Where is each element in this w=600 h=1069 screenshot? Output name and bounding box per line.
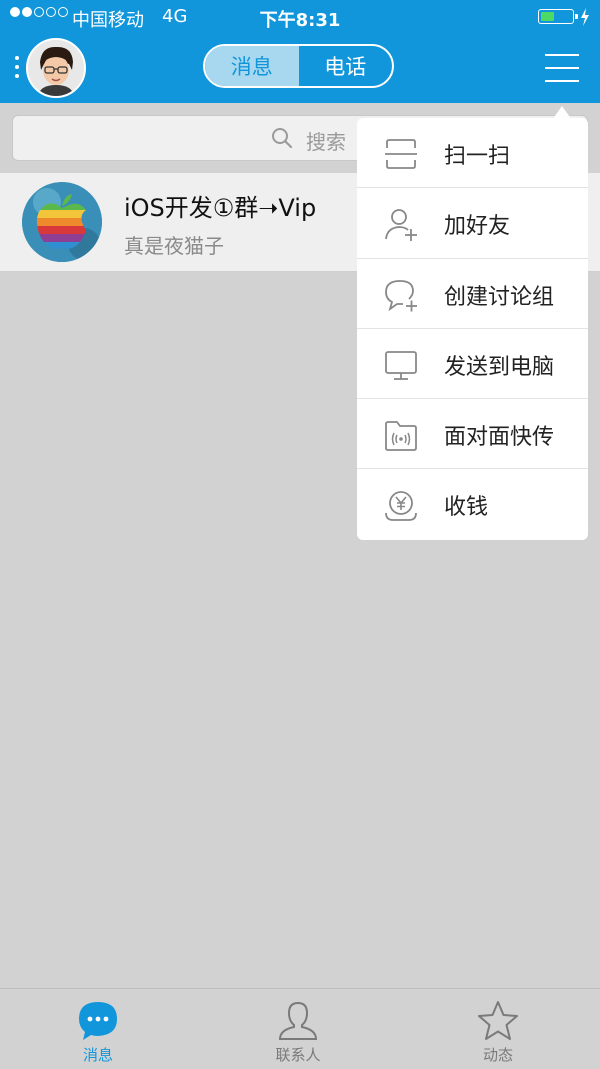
menu-item-label: 面对面快传: [444, 425, 555, 451]
tab-label: 消息: [82, 1046, 113, 1064]
more-dots-icon[interactable]: [15, 56, 19, 83]
tab-contacts[interactable]: 联系人: [238, 989, 358, 1069]
tab-label: 动态: [482, 1046, 513, 1064]
search-placeholder: 搜索: [306, 130, 346, 154]
menu-item-label: 发送到电脑: [444, 354, 555, 380]
menu-item-label: 加好友: [444, 214, 511, 240]
tab-label: 联系人: [275, 1046, 321, 1064]
apple-logo-avatar: [22, 182, 102, 262]
conversation-last-message: 真是夜猫子: [124, 234, 224, 258]
tab-messages[interactable]: 消息: [205, 46, 299, 86]
message-call-switch: 消息 电话: [203, 44, 394, 88]
menu-item-receive-money[interactable]: 收钱: [357, 469, 588, 539]
menu-item-send-to-pc[interactable]: 发送到电脑: [357, 329, 588, 400]
tab-messages-bottom[interactable]: 消息: [38, 989, 158, 1069]
star-icon: [478, 1001, 518, 1040]
add-friend-icon: [385, 209, 417, 242]
conversation-title: iOS开发①群➝Vip: [124, 194, 317, 222]
search-icon: [272, 128, 293, 149]
face-to-face-transfer-icon: [385, 421, 417, 452]
scan-icon: [385, 139, 417, 169]
status-bar: 中国移动 4G 下午8:31: [0, 0, 600, 34]
menu-item-label: 创建讨论组: [444, 284, 555, 310]
add-menu-popup: 扫一扫 加好友 创建讨论组 发送到电脑 面对面快传 收钱: [357, 118, 588, 540]
tab-moments[interactable]: 动态: [438, 989, 558, 1069]
menu-item-scan[interactable]: 扫一扫: [357, 118, 588, 189]
tab-calls[interactable]: 电话: [299, 46, 393, 86]
menu-item-create-group[interactable]: 创建讨论组: [357, 259, 588, 329]
computer-icon: [385, 350, 417, 380]
status-time: 下午8:31: [259, 10, 341, 31]
bottom-tab-bar: 消息 联系人 动态: [0, 988, 600, 1068]
menu-item-label: 扫一扫: [444, 144, 511, 169]
receive-money-icon: [385, 491, 417, 522]
create-group-chat-icon: [385, 279, 417, 312]
nav-header: 中国移动 4G 下午8:31 消息 电话: [0, 0, 600, 103]
menu-item-add-friend[interactable]: 加好友: [357, 188, 588, 259]
charging-icon: [581, 8, 589, 26]
avatar[interactable]: [26, 38, 86, 98]
contacts-icon: [278, 1001, 318, 1040]
battery-level: [541, 12, 554, 21]
hamburger-icon[interactable]: [545, 54, 579, 93]
menu-item-face-to-face[interactable]: 面对面快传: [357, 399, 588, 470]
chat-bubble-icon: [79, 1002, 117, 1040]
battery-icon: [538, 9, 578, 24]
menu-item-label: 收钱: [444, 495, 489, 521]
